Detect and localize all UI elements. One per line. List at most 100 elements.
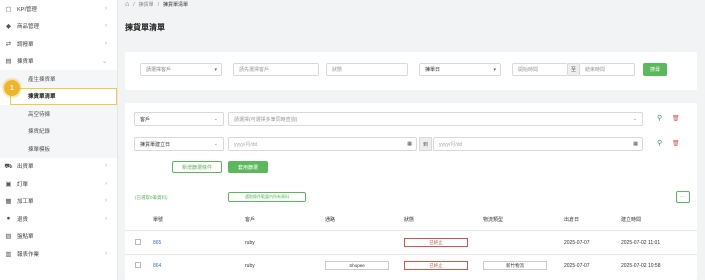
page-title: 揀貨單清單 (125, 23, 165, 32)
calendar-icon[interactable]: ▦ (407, 141, 412, 147)
trash-icon[interactable]: 🗑 (672, 115, 680, 122)
date-start-input[interactable]: yyyy/月/dd ▦ (228, 137, 417, 151)
report-icon: ▥ (5, 250, 12, 258)
chevron-right-icon: › (105, 250, 107, 257)
sidebar-item-label: 加工單 (17, 199, 34, 206)
sidebar-item-products[interactable]: ◆ 商品管理 › (0, 18, 117, 36)
sidebar-item-kpi[interactable]: ▢ KPI管理 › (0, 0, 117, 18)
add-condition-button[interactable]: 新增篩選條件 (172, 161, 222, 173)
dropdown-arrow-icon: ▾ (214, 66, 217, 73)
condition-field-select[interactable]: 揀貨單建立日 ⌄ (134, 137, 224, 151)
search-button[interactable]: 搜尋 (643, 63, 667, 76)
inventory-icon: ▧ (5, 233, 12, 241)
pin-icon[interactable]: ⚲ (657, 139, 662, 147)
start-time-input[interactable]: 開始時間 (512, 63, 568, 76)
home-icon[interactable]: ⌂ (125, 1, 129, 8)
sidebar-subitem-records[interactable]: 揀貨紀錄 (0, 122, 117, 140)
sidebar-subitem-label: 揀貨紀錄 (28, 129, 51, 136)
created-cell: 2025-07-02 11:01 (621, 240, 661, 246)
pin-icon[interactable]: ⚲ (657, 114, 662, 122)
sidebar-subitem-label: 高空待揀 (28, 111, 51, 118)
range-to-label: 至 (568, 63, 579, 76)
channel-badge: Shopee (325, 261, 389, 270)
sidebar-subitem-label: 揀單模板 (28, 146, 51, 153)
chevron-right-icon: › (105, 163, 107, 170)
date-type-select[interactable]: 揀單日 ▾ (419, 63, 501, 76)
condition-field-value: 客戶 (140, 116, 151, 123)
sidebar-item-label: 出貨單 (17, 164, 34, 171)
column-header-channel: 通路 (325, 217, 336, 223)
sidebar-item-shipping[interactable]: ⛟ 出貨單 › (0, 158, 117, 176)
chevron-down-icon: ⌄ (101, 58, 107, 65)
sidebar-item-stocktake[interactable]: ▧ 盤點單 (0, 228, 117, 246)
sidebar-item-label: KPI管理 (17, 6, 37, 13)
dropdown-arrow-icon: ▾ (493, 66, 496, 73)
sidebar-item-reports[interactable]: ▥ 報表作業 › (0, 245, 117, 263)
more-options-button[interactable]: ··· (676, 191, 690, 203)
step-badge: 1 (4, 80, 20, 96)
sidebar-subitem-high[interactable]: 高空待揀 (0, 105, 117, 123)
sidebar-item-returns[interactable]: ● 退貨 › (0, 210, 117, 228)
date-end-placeholder: yyyy/月/dd (439, 141, 463, 148)
sidebar-item-picking[interactable]: ▤ 揀貨單 ⌄ (0, 53, 117, 71)
product-input-placeholder: 請先選擇客戶 (239, 67, 270, 73)
trash-icon[interactable]: 🗑 (672, 140, 680, 147)
sidebar-item-label: 訂單 (17, 181, 29, 188)
order-id-link[interactable]: 864 (153, 263, 161, 269)
status-badge: 已終止 (404, 261, 468, 270)
customer-select-value: 請選擇客戶 (146, 67, 172, 73)
factory-icon: ▦ (5, 198, 12, 206)
cube-icon: ◆ (6, 23, 11, 31)
sidebar-item-label: 盤點單 (17, 234, 34, 241)
row-checkbox[interactable] (135, 262, 141, 268)
sidebar-item-label: 報表作業 (17, 251, 40, 258)
sidebar-item-label: 揀貨單 (17, 59, 34, 66)
filter-panel: 請選擇客戶 ▾ 請先選擇客戶 狀態 揀單日 ▾ 開始時間 至 結束時間 搜尋 (125, 52, 697, 90)
sidebar-item-label: 商品管理 (17, 24, 40, 31)
date-type-value: 揀單日 (425, 67, 441, 73)
chevron-down-icon: ⌄ (632, 116, 637, 122)
condition-value-placeholder: 請選擇(可選擇多筆同時查詢) (234, 116, 298, 123)
sidebar-item-processing[interactable]: ▦ 加工單 › (0, 193, 117, 211)
column-header-id: 單號 (153, 217, 164, 223)
date-end-input[interactable]: yyyy/月/dd ▦ (433, 137, 643, 151)
sidebar-subitem-templates[interactable]: 揀單模板 (0, 140, 117, 158)
product-input[interactable]: 請先選擇客戶 (233, 63, 319, 76)
logistics-badge: 新竹物流 (483, 261, 547, 270)
column-header-created: 建立時間 (621, 217, 642, 223)
chevron-right-icon: › (105, 215, 107, 222)
select-all-button[interactable]: 選取條件範圍內所有資料 (228, 192, 306, 202)
sidebar-subitem-list[interactable]: 揀貨單清單 (10, 87, 117, 105)
breadcrumb: ⌂ / 揀貨單 / 揀貨單清單 (125, 1, 188, 8)
date-range-to-label: 到 (419, 137, 432, 151)
kpi-icon: ▢ (5, 5, 12, 13)
end-time-input[interactable]: 結束時間 (579, 63, 635, 76)
apply-filter-button[interactable]: 套用篩選 (228, 161, 268, 173)
row-checkbox[interactable] (135, 239, 141, 245)
chevron-right-icon: › (105, 40, 107, 47)
customer-select[interactable]: 請選擇客戶 ▾ (140, 63, 222, 76)
package-icon: ▤ (5, 58, 12, 66)
condition-field-select[interactable]: 客戶 ⌄ (134, 112, 224, 126)
breadcrumb-separator: / (133, 1, 135, 8)
truck-icon: ⛟ (4, 162, 13, 170)
chevron-right-icon: › (105, 180, 107, 187)
sidebar-subitem-label: 產生揀貨單 (28, 76, 56, 83)
calendar-icon[interactable]: ▦ (633, 141, 638, 147)
status-badge: 已終止 (404, 238, 468, 247)
created-cell: 2025-07-02 10:58 (621, 263, 661, 269)
status-input[interactable]: 狀態 (326, 63, 408, 76)
column-header-out-date: 出倉日 (564, 217, 580, 223)
sidebar-item-transfer[interactable]: ⇄ 調撥單 › (0, 35, 117, 53)
breadcrumb-separator: / (157, 1, 160, 8)
sidebar: ▢ KPI管理 › ◆ 商品管理 › ⇄ 調撥單 › ▤ 揀貨單 ⌄ 產生揀貨單… (0, 0, 118, 280)
condition-field-value: 揀貨單建立日 (140, 141, 171, 148)
sidebar-subitem-label: 揀貨單清單 (28, 94, 56, 101)
order-id-link[interactable]: 865 (153, 240, 161, 246)
breadcrumb-parent[interactable]: 揀貨單 (139, 1, 154, 8)
customer-cell: ruby (245, 240, 255, 246)
chevron-right-icon: › (105, 23, 107, 30)
chevron-right-icon: › (105, 198, 107, 205)
condition-value-select[interactable]: 請選擇(可選擇多筆同時查詢) ⌄ (228, 112, 643, 126)
sidebar-item-orders[interactable]: ▣ 訂單 › (0, 175, 117, 193)
